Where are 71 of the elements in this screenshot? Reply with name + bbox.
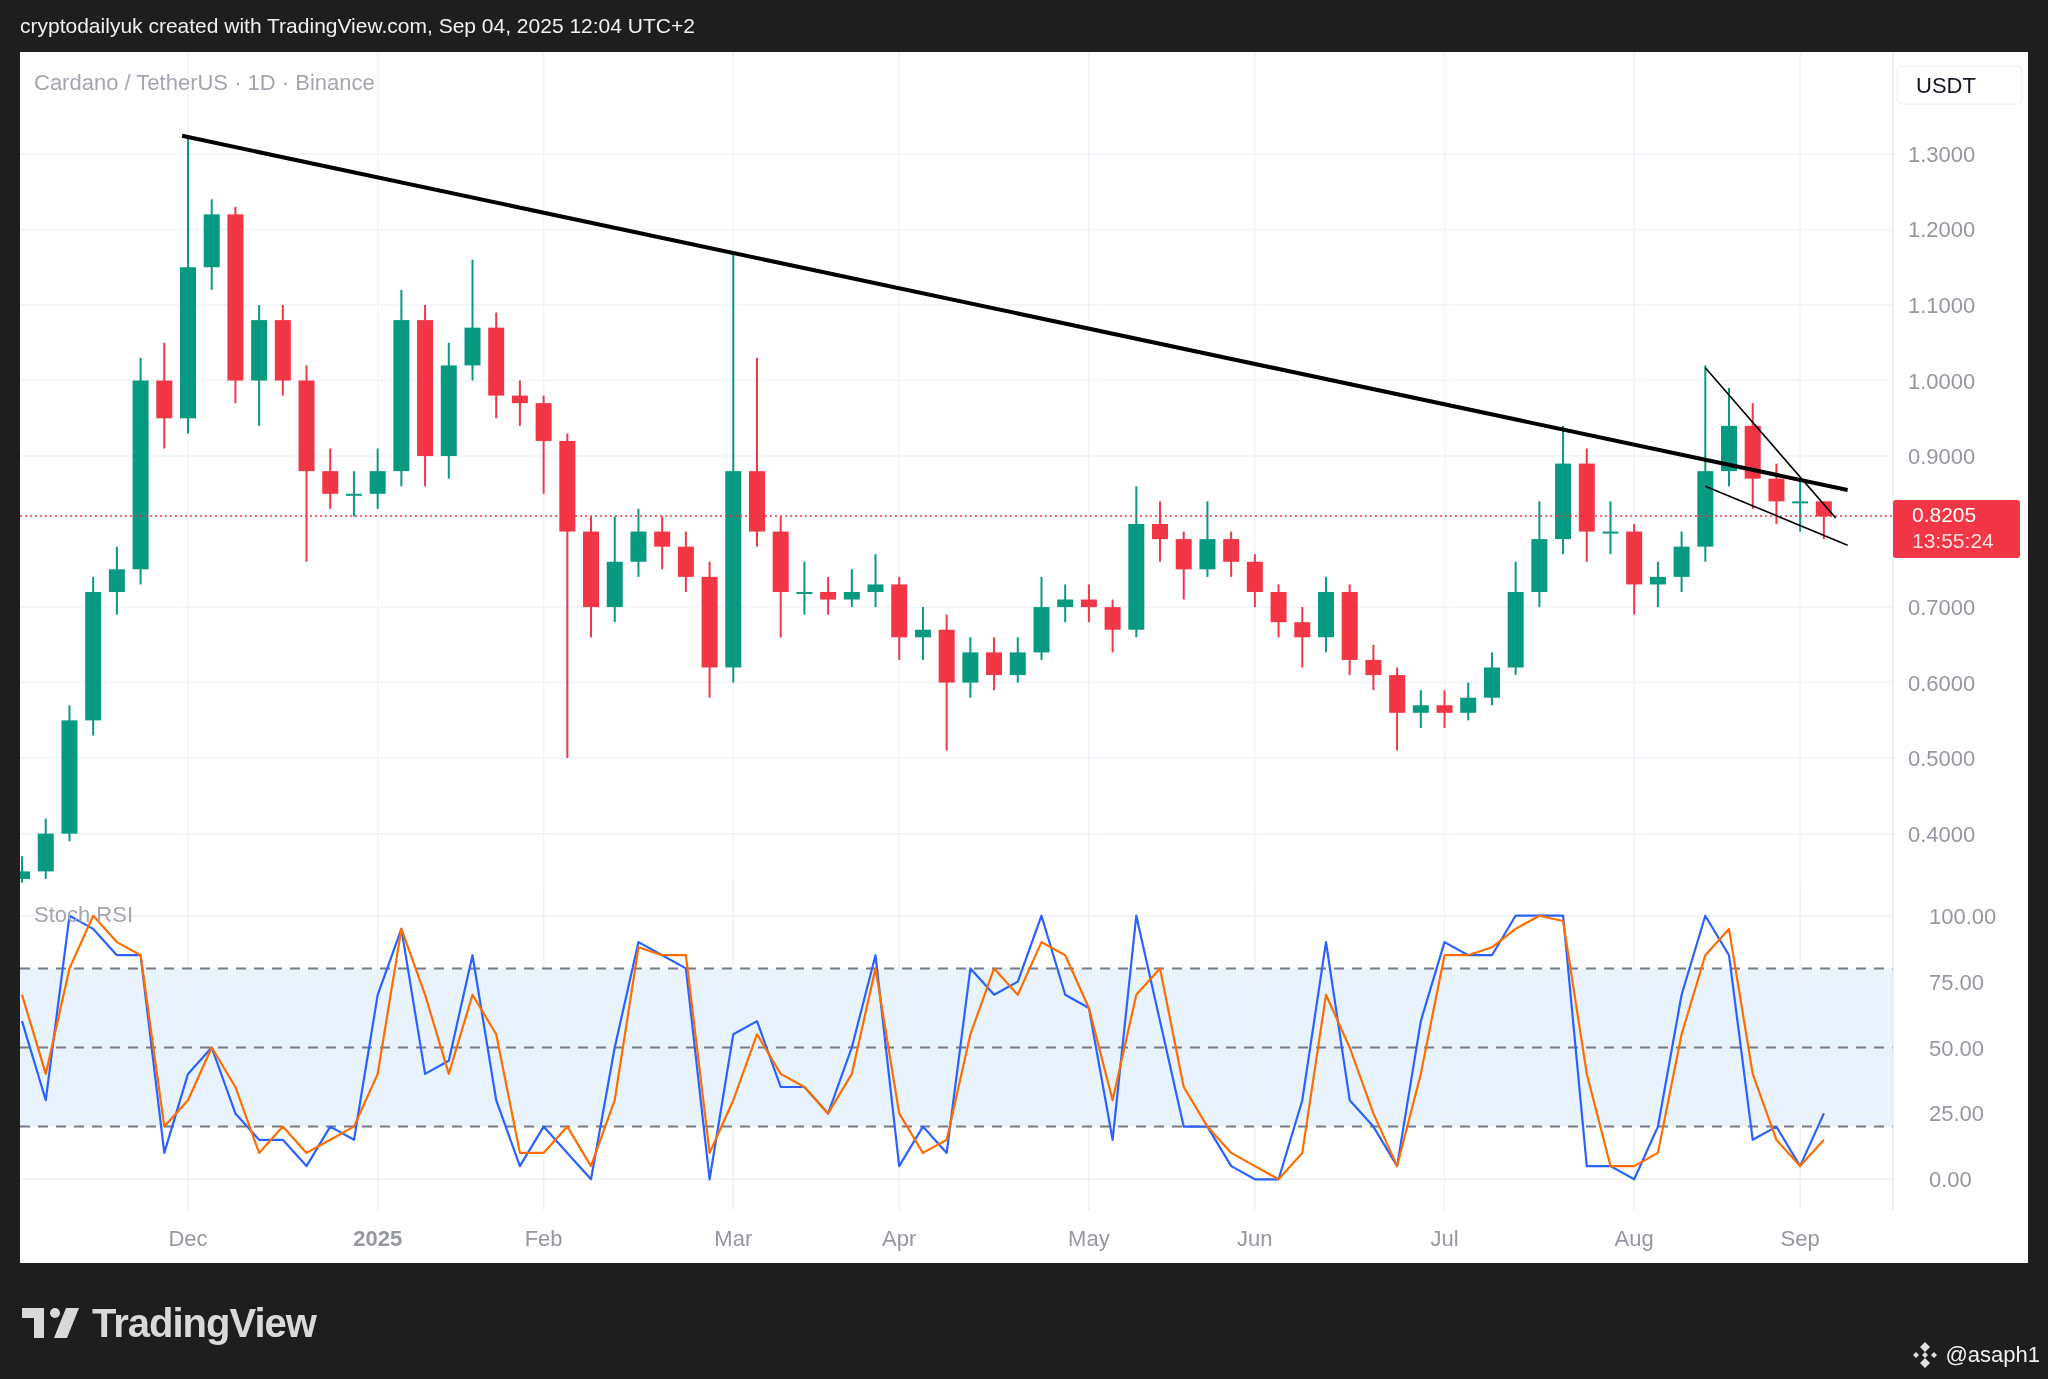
candlestick: [630, 507, 647, 578]
candlestick: [1412, 689, 1429, 729]
price-axis-label: 1.1000: [1908, 293, 1976, 318]
candlestick: [796, 560, 813, 616]
candlestick: [345, 470, 362, 518]
candlestick: [1246, 553, 1263, 609]
oscillator-axis-label: 25.00: [1929, 1101, 1985, 1127]
candlestick: [1365, 643, 1382, 692]
time-axis-label: Jul: [1430, 1226, 1459, 1251]
last-price: 0.8205: [1912, 503, 1977, 527]
time-axis-label: Aug: [1614, 1226, 1654, 1251]
candlestick: [1270, 583, 1287, 639]
time-axis-label: 2025: [353, 1226, 403, 1251]
candlestick: [1602, 500, 1619, 556]
oscillator-axis-label: 100.00: [1929, 903, 1997, 929]
candlestick: [1649, 560, 1666, 609]
candlestick: [1104, 598, 1121, 654]
price-axis-label: 0.9000: [1908, 444, 1976, 470]
author-handle: @asaph1: [1945, 1342, 2040, 1368]
oscillator-axis-label: 0.00: [1929, 1167, 1972, 1193]
candlestick: [108, 545, 125, 616]
candlestick: [867, 553, 884, 609]
indicator-title: Stoch RSI: [34, 902, 134, 927]
candlestick: [654, 515, 671, 571]
logo-icon: [22, 1308, 80, 1338]
price-axis-label: 0.5000: [1908, 746, 1976, 772]
countdown-timer: 13:55:24: [1912, 529, 1994, 553]
candlestick: [1057, 583, 1074, 624]
candlestick: [1009, 636, 1026, 684]
symbol-title: Cardano / TetherUS · 1D · Binance: [34, 70, 375, 95]
price-axis-label: 1.0000: [1908, 368, 1976, 394]
candlestick: [511, 379, 528, 427]
price-axis-label: 1.3000: [1908, 141, 1976, 167]
candlestick: [843, 568, 860, 609]
candlestick: [986, 636, 1003, 692]
candlestick: [962, 636, 979, 699]
price-axis-label: 0.6000: [1908, 670, 1976, 696]
candlestick: [1152, 500, 1169, 563]
candlestick: [369, 447, 386, 510]
candlestick: [1483, 651, 1500, 707]
diamond-logo-icon: [1911, 1341, 1940, 1369]
candlestick: [677, 530, 694, 593]
candlestick: [1815, 500, 1832, 541]
candlestick: [1673, 530, 1690, 593]
time-axis-label: Jun: [1237, 1226, 1273, 1251]
candlestick: [1294, 606, 1311, 669]
snapshot-caption: cryptodailyuk created with TradingView.com, Sep 04, 2025 12:04 UTC+2: [20, 14, 695, 38]
brand-name: TradingView: [92, 1300, 316, 1346]
time-axis-label: Sep: [1780, 1226, 1820, 1251]
price-axis-label: 1.2000: [1908, 217, 1976, 243]
currency-button[interactable]: USDT: [1896, 65, 2023, 105]
time-axis-label: Dec: [168, 1226, 208, 1251]
candlestick: [1080, 583, 1097, 624]
time-axis-label: Apr: [882, 1226, 917, 1251]
candlestick: [20, 855, 31, 884]
candlestick: [1175, 530, 1192, 601]
oscillator-axis-label: 75.00: [1929, 969, 1985, 995]
candlestick: [322, 447, 339, 510]
time-axis-label: May: [1068, 1226, 1110, 1251]
oscillator-axis-label: 50.00: [1929, 1035, 1985, 1061]
candlestick: [1768, 462, 1785, 525]
price-axis-label: 0.7000: [1908, 595, 1976, 621]
candlestick: [914, 606, 931, 661]
candlestick: [1436, 689, 1453, 729]
candlestick: [1460, 681, 1477, 722]
price-axis-label: 0.4000: [1908, 821, 1976, 847]
time-axis-label: Mar: [714, 1226, 753, 1251]
candlestick: [820, 575, 837, 616]
candlestick: [37, 817, 54, 880]
time-axis-label: Feb: [524, 1226, 563, 1251]
candlestick: [1223, 530, 1240, 578]
